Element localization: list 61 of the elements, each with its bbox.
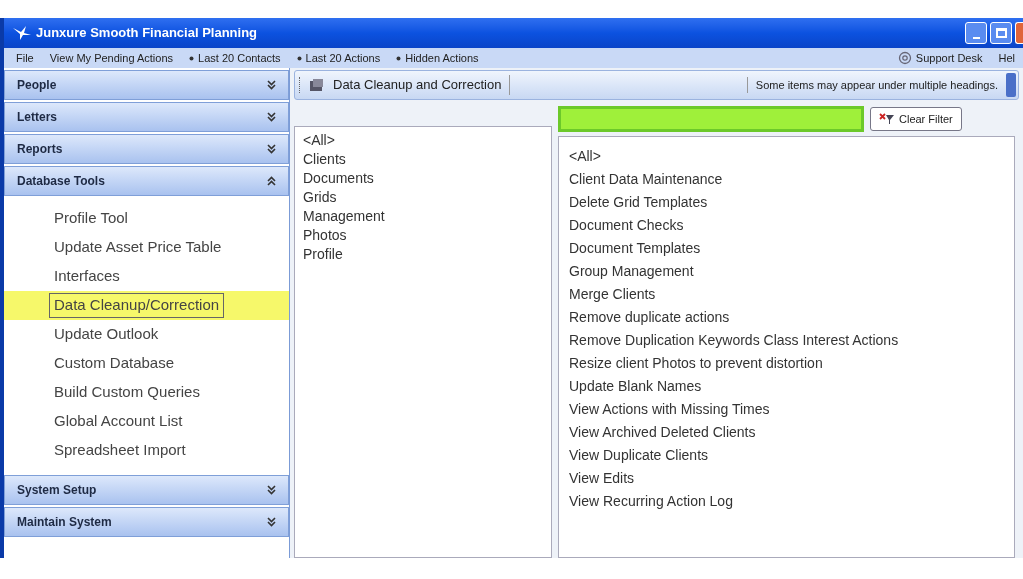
dropdown-icon [189,55,195,61]
dropdown-icon [396,55,402,61]
dropdown-icon [296,55,302,61]
action-item[interactable]: Client Data Maintenance [569,168,1014,191]
support-desk-button[interactable]: Support Desk [889,49,991,67]
clear-filter-button[interactable]: Clear Filter [870,107,962,131]
menu-dropdown[interactable]: Hidden Actions [388,49,487,67]
action-item[interactable]: Delete Grid Templates [569,191,1014,214]
action-item[interactable]: View Actions with Missing Times [569,398,1014,421]
category-item[interactable]: Grids [303,188,551,207]
sidebar-item[interactable]: Spreadsheet Import [49,438,191,463]
sidebar-item[interactable]: Custom Database [49,351,180,376]
action-item[interactable]: View Duplicate Clients [569,444,1014,467]
category-item[interactable]: Profile [303,245,551,264]
sidebar-item[interactable]: Global Account List [49,409,188,434]
action-item[interactable]: Document Checks [569,214,1014,237]
action-item[interactable]: Remove duplicate actions [569,306,1014,329]
close-button[interactable] [1015,22,1023,44]
sidebar-section-header[interactable]: Letters [4,102,289,132]
minimize-button[interactable] [965,22,987,44]
clear-filter-icon [879,113,895,125]
minimize-icon [972,37,980,39]
menu-item[interactable]: Hel [990,49,1023,67]
toolbar-title: Data Cleanup and Correction [333,75,511,95]
sidebar-section-header[interactable]: Maintain System [4,507,289,537]
filter-field[interactable] [558,106,864,132]
sidebar-item[interactable]: Data Cleanup/Correction [49,293,225,318]
menu-item[interactable]: File [4,49,42,67]
sidebar-section-header[interactable]: System Setup [4,475,289,505]
sidebar-item[interactable]: Interfaces [49,264,125,289]
action-item[interactable]: View Recurring Action Log [569,490,1014,513]
maximize-button[interactable] [990,22,1012,44]
action-item[interactable]: Group Management [569,260,1014,283]
action-item[interactable]: View Edits [569,467,1014,490]
category-item[interactable]: Clients [303,150,551,169]
action-item[interactable]: <All> [569,145,1014,168]
category-item[interactable]: <All> [303,131,551,150]
menu-item[interactable]: View My Pending Actions [41,49,182,67]
action-item[interactable]: View Archived Deleted Clients [569,421,1014,444]
menu-dropdown[interactable]: Last 20 Actions [288,49,389,67]
tools-icon [309,78,325,92]
menu-dropdown[interactable]: Last 20 Contacts [181,49,289,67]
lifebuoy-icon [897,51,912,65]
sidebar-section-header[interactable]: People [4,70,289,100]
bird-logo-icon [12,25,32,41]
action-item[interactable]: Remove Duplication Keywords Class Interest Actions [569,329,1014,352]
category-item[interactable]: Management [303,207,551,226]
window-title: Junxure Smooth Financial Planning [36,24,258,43]
sidebar-item[interactable]: Build Custom Queries [49,380,205,405]
action-item[interactable]: Resize client Photos to prevent distortion [569,352,1014,375]
category-item[interactable]: Photos [303,226,551,245]
sidebar-item[interactable]: Update Outlook [49,322,164,347]
sidebar-item[interactable]: Update Asset Price Table [49,235,227,260]
sidebar-section-header[interactable]: Reports [4,134,289,164]
action-item[interactable]: Document Templates [569,237,1014,260]
sidebar-section-header[interactable]: Database Tools [4,166,289,196]
category-item[interactable]: Documents [303,169,551,188]
sidebar-item[interactable]: Profile Tool [49,206,133,231]
maximize-icon [995,28,1007,38]
action-item[interactable]: Merge Clients [569,283,1014,306]
action-item[interactable]: Update Blank Names [569,375,1014,398]
